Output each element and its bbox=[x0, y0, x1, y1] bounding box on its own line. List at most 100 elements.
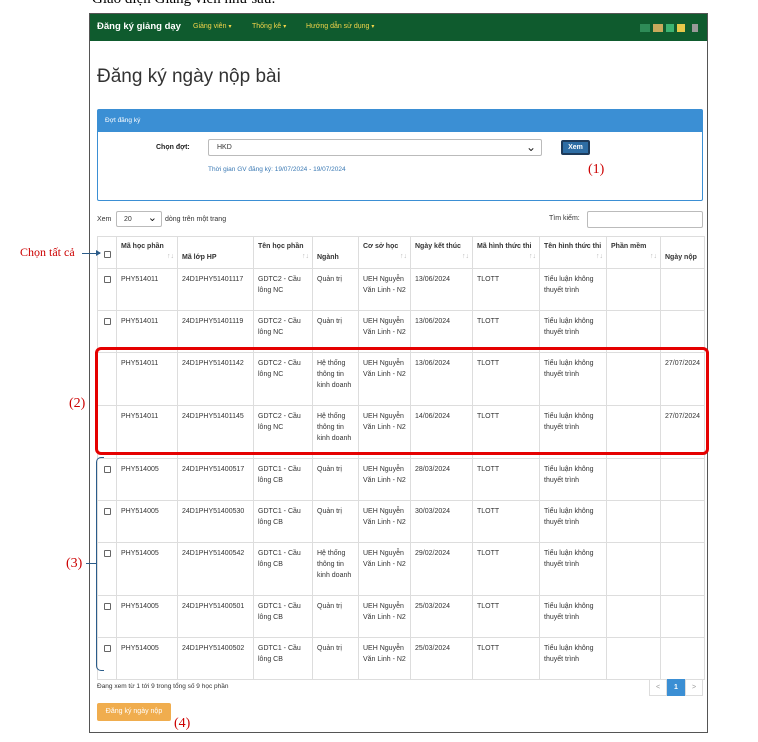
cell-course-name: GDTC1 - Cầu lông CB bbox=[253, 637, 313, 680]
redacted-block bbox=[692, 24, 698, 32]
registration-period-text: Thời gian GV đăng ký: 19/07/2024 - 19/07… bbox=[208, 166, 346, 173]
period-select[interactable]: HKD ⌄ bbox=[208, 139, 542, 156]
document-caption: Giao diện Giảng viên như sau: bbox=[92, 0, 276, 8]
table-info: Đang xem từ 1 tới 9 trong tổng số 9 học … bbox=[97, 683, 229, 690]
cell-class-code: 24D1PHY51401117 bbox=[177, 268, 254, 311]
chevron-down-icon: ⌄ bbox=[525, 140, 536, 154]
cell-software bbox=[606, 500, 661, 543]
cell-exam-code: TLOTT bbox=[472, 595, 540, 638]
cell-exam-name: Tiểu luận không thuyết trình bbox=[539, 595, 607, 638]
table-row: PHY514005 24D1PHY51400530 GDTC1 - Cầu lô… bbox=[97, 500, 705, 543]
prev-page-button[interactable]: < bbox=[649, 679, 667, 696]
highlight-box-registered-rows bbox=[95, 347, 709, 455]
col-header[interactable]: Phần mềm ↑↓ bbox=[606, 236, 661, 269]
cell-exam-code: TLOTT bbox=[472, 637, 540, 680]
col-header[interactable]: Ngành bbox=[312, 236, 359, 269]
page-length-select[interactable]: 20 ⌄ bbox=[116, 211, 162, 227]
arrow-right-icon bbox=[82, 250, 101, 256]
cell-class-code: 24D1PHY51400502 bbox=[177, 637, 254, 680]
col-header[interactable]: Ngày nộp bbox=[660, 236, 705, 269]
view-button[interactable]: Xem bbox=[561, 140, 590, 155]
app-brand[interactable]: Đăng ký giảng dạy bbox=[97, 21, 181, 32]
cell-major: Quản trị bbox=[312, 458, 359, 501]
cell-course-name: GDTC2 - Cầu lông NC bbox=[253, 268, 313, 311]
col-header[interactable]: Mã hình thức thi ↑↓ bbox=[472, 236, 540, 269]
top-navbar: Đăng ký giảng dạy Giảng viên ▾ Thống kê ▾ … bbox=[90, 14, 707, 41]
cell-software bbox=[606, 637, 661, 680]
menu-thong-ke[interactable]: Thống kê ▾ bbox=[252, 23, 286, 30]
row-checkbox[interactable] bbox=[104, 603, 111, 610]
cell-course-code: PHY514005 bbox=[116, 500, 178, 543]
cell-class-code: 24D1PHY51400501 bbox=[177, 595, 254, 638]
cell-course-code: PHY514005 bbox=[116, 595, 178, 638]
col-header-label: Ngày kết thúc bbox=[415, 243, 461, 250]
page-length-suffix: dòng trên một trang bbox=[165, 216, 227, 223]
cell-exam-name: Tiểu luận không thuyết trình bbox=[539, 637, 607, 680]
col-header-label: Ngày nộp bbox=[665, 254, 697, 261]
table-header-row: Mã học phần ↑↓ Mã lớp HP Tên học phần ↑↓ N… bbox=[97, 236, 705, 269]
user-info-redacted[interactable] bbox=[640, 24, 698, 32]
col-header-label: Cơ sở học bbox=[363, 243, 399, 250]
col-header[interactable]: Ngày kết thúc ↑↓ bbox=[410, 236, 473, 269]
period-select-value: HKD bbox=[217, 144, 232, 151]
bracket-pointer bbox=[86, 563, 96, 564]
cell-course-code: PHY514011 bbox=[116, 268, 178, 311]
select-all-checkbox[interactable] bbox=[104, 251, 111, 258]
row-checkbox[interactable] bbox=[104, 508, 111, 515]
row-checkbox[interactable] bbox=[104, 276, 111, 283]
cell-major: Quản trị bbox=[312, 637, 359, 680]
cell-end-date: 25/03/2024 bbox=[410, 595, 473, 638]
cell-campus: UEH Nguyễn Văn Linh - N2 bbox=[358, 637, 411, 680]
row-checkbox[interactable] bbox=[104, 550, 111, 557]
cell-course-name: GDTC1 - Cầu lông CB bbox=[253, 595, 313, 638]
col-header[interactable]: Mã học phần ↑↓ bbox=[116, 236, 178, 269]
sort-icon: ↑↓ bbox=[596, 253, 603, 260]
row-checkbox[interactable] bbox=[104, 318, 111, 325]
col-header[interactable]: Tên hình thức thi ↑↓ bbox=[539, 236, 607, 269]
cell-exam-code: TLOTT bbox=[472, 458, 540, 501]
cell-course-name: GDTC1 - Cầu lông CB bbox=[253, 458, 313, 501]
redacted-block bbox=[666, 24, 674, 32]
cell-course-code: PHY514005 bbox=[116, 458, 178, 501]
col-header-label: Tên học phần bbox=[258, 243, 304, 250]
period-select-label: Chọn đợt: bbox=[156, 144, 190, 151]
cell-campus: UEH Nguyễn Văn Linh - N2 bbox=[358, 595, 411, 638]
menu-huong-dan[interactable]: Hướng dẫn sử dụng ▾ bbox=[306, 23, 374, 30]
cell-class-code: 24D1PHY51400517 bbox=[177, 458, 254, 501]
page-1-button[interactable]: 1 bbox=[667, 679, 685, 696]
menu-giang-vien[interactable]: Giảng viên ▾ bbox=[193, 23, 231, 30]
search-label: Tìm kiếm: bbox=[549, 215, 580, 222]
sort-icon: ↑↓ bbox=[302, 253, 309, 260]
register-submit-date-button[interactable]: Đăng ký ngày nộp bbox=[97, 703, 171, 721]
sort-icon: ↑↓ bbox=[167, 253, 174, 260]
cell-class-code: 24D1PHY51400542 bbox=[177, 542, 254, 596]
row-checkbox[interactable] bbox=[104, 466, 111, 473]
cell-campus: UEH Nguyễn Văn Linh - N2 bbox=[358, 268, 411, 311]
sort-icon: ↑↓ bbox=[650, 253, 657, 260]
cell-campus: UEH Nguyễn Văn Linh - N2 bbox=[358, 458, 411, 501]
row-select-cell bbox=[97, 268, 117, 311]
col-header-label: Phần mềm bbox=[611, 243, 647, 250]
col-header[interactable]: Mã lớp HP bbox=[177, 236, 254, 269]
next-page-button[interactable]: > bbox=[685, 679, 703, 696]
redacted-block bbox=[640, 24, 650, 32]
course-table: Mã học phần ↑↓ Mã lớp HP Tên học phần ↑↓ N… bbox=[97, 236, 705, 680]
col-header-label: Mã học phần bbox=[121, 243, 164, 250]
cell-campus: UEH Nguyễn Văn Linh - N2 bbox=[358, 500, 411, 543]
caret-down-icon: ▾ bbox=[371, 24, 375, 30]
row-checkbox[interactable] bbox=[104, 645, 111, 652]
page-length-label: Xem bbox=[97, 216, 112, 223]
cell-end-date: 29/02/2024 bbox=[410, 542, 473, 596]
annotation-4: (4) bbox=[174, 716, 191, 731]
search-input[interactable] bbox=[587, 211, 703, 228]
menu-huong-dan-label: Hướng dẫn sử dụng bbox=[306, 23, 370, 30]
caret-down-icon: ▾ bbox=[228, 24, 232, 30]
cell-exam-name: Tiểu luận không thuyết trình bbox=[539, 500, 607, 543]
cell-software bbox=[606, 268, 661, 311]
col-header[interactable]: Tên học phần ↑↓ bbox=[253, 236, 313, 269]
table-row: PHY514005 24D1PHY51400502 GDTC1 - Cầu lô… bbox=[97, 637, 705, 680]
col-header[interactable]: Cơ sở học ↑↓ bbox=[358, 236, 411, 269]
cell-software bbox=[606, 542, 661, 596]
cell-end-date: 13/06/2024 bbox=[410, 268, 473, 311]
col-header-label: Mã lớp HP bbox=[182, 254, 217, 261]
